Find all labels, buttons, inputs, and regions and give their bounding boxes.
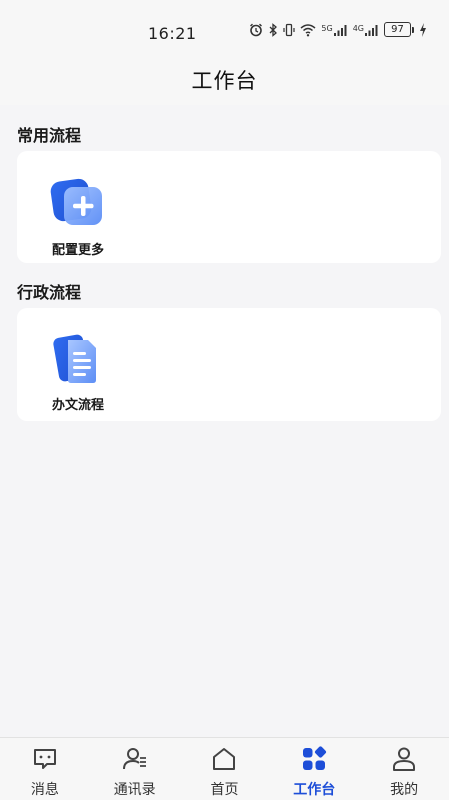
tile-config-more[interactable]: 配置更多 — [33, 177, 123, 258]
tab-home-label: 首页 — [210, 782, 239, 798]
profile-icon — [391, 746, 417, 776]
section-title-admin: 行政流程 — [17, 283, 82, 302]
signal-5g-icon: 5G — [321, 24, 347, 36]
workbench-screen: 16:21 5G 4G 97 工作台 常用流程 配置更多 行政流程 办文流程 消… — [0, 0, 449, 800]
tab-profile-label: 我的 — [390, 782, 419, 798]
message-icon — [32, 746, 58, 776]
alarm-icon — [249, 23, 263, 37]
wifi-icon — [300, 23, 316, 37]
network-4g-label: 4G — [352, 23, 364, 33]
tab-contacts[interactable]: 通讯录 — [90, 738, 180, 800]
tab-home[interactable]: 首页 — [180, 738, 270, 800]
tab-messages[interactable]: 消息 — [0, 738, 90, 800]
network-5g-label: 5G — [321, 23, 333, 33]
tab-workbench-label: 工作台 — [293, 782, 336, 798]
tab-profile[interactable]: 我的 — [359, 738, 449, 800]
tile-document-process[interactable]: 办文流程 — [33, 332, 123, 413]
status-time: 16:21 — [148, 24, 197, 43]
signal-4g-icon: 4G — [353, 24, 379, 36]
tab-messages-label: 消息 — [30, 782, 59, 798]
tile-document-process-label: 办文流程 — [51, 398, 104, 413]
home-icon — [211, 746, 237, 776]
add-config-icon — [50, 177, 106, 233]
bottom-tab-bar: 消息 通讯录 首页 工作台 我的 — [0, 737, 449, 800]
tab-contacts-label: 通讯录 — [113, 782, 156, 798]
battery-level: 97 — [384, 22, 411, 37]
header: 16:21 5G 4G 97 工作台 — [0, 0, 449, 105]
document-icon — [50, 332, 106, 388]
battery-icon: 97 — [384, 22, 414, 37]
workbench-icon — [301, 746, 327, 776]
charging-icon — [419, 22, 427, 37]
page-title: 工作台 — [191, 69, 258, 93]
bluetooth-icon — [268, 22, 278, 37]
contacts-icon — [122, 746, 148, 776]
status-bar: 16:21 5G 4G 97 — [0, 18, 449, 48]
tile-config-more-label: 配置更多 — [51, 243, 104, 258]
admin-process-card: 办文流程 — [17, 308, 441, 421]
vibrate-icon — [283, 23, 296, 37]
tab-workbench[interactable]: 工作台 — [269, 738, 359, 800]
common-process-card: 配置更多 — [17, 151, 441, 263]
status-icons: 5G 4G 97 — [249, 22, 427, 37]
section-title-common: 常用流程 — [17, 126, 82, 145]
